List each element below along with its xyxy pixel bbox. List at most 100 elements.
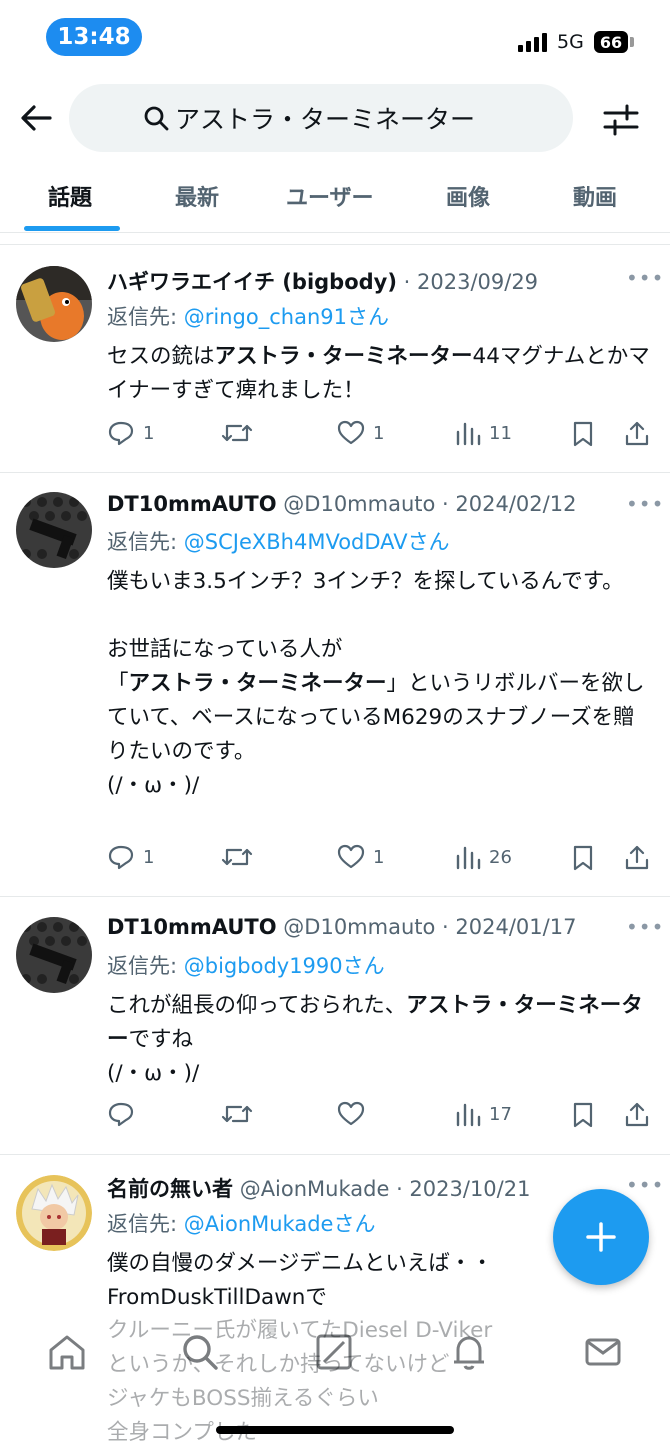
home-indicator	[216, 1426, 454, 1434]
text-segment: 「	[107, 671, 129, 696]
like-button[interactable]	[337, 1101, 373, 1127]
handle[interactable]: @D10mmauto	[283, 492, 435, 516]
text-line: 僕もいま3.5インチ？3インチ？を探しているんです。	[107, 569, 624, 594]
search-icon	[144, 106, 169, 131]
reply-handle[interactable]: @AionMukade	[184, 1212, 334, 1236]
tweet-text: セスの銃はアストラ・ターミネーター44マグナムとかマイナーすぎて痺れました！	[107, 340, 652, 408]
text-line: クルーニー氏が履いてたDiesel D-Viker	[107, 1318, 493, 1343]
tweet-date[interactable]: 2024/01/17	[455, 915, 576, 939]
reply-prefix: 返信先:	[107, 954, 178, 978]
reply-context: 返信先: @bigbody1990さん	[107, 950, 385, 980]
more-icon[interactable]: •••	[626, 492, 664, 516]
retweet-button[interactable]	[221, 1101, 261, 1127]
views-icon	[456, 1103, 481, 1127]
reply-suffix: さん	[407, 530, 450, 554]
views-button[interactable]: 26	[455, 844, 512, 870]
tweet[interactable]: DT10mmAUTO @D10mmauto · 2024/02/12 ••• 返…	[0, 472, 670, 897]
status-time: 13:48	[46, 18, 142, 56]
search-input[interactable]: アストラ・ターミネーター	[69, 84, 573, 152]
display-name[interactable]: 名前の無い者	[107, 1177, 233, 1201]
tweet-actions: 1 1 26	[107, 844, 652, 874]
search-tabs: 話題 最新 ユーザー 画像 動画	[0, 168, 670, 233]
reply-prefix: 返信先:	[107, 305, 178, 329]
reply-button[interactable]	[107, 1101, 143, 1127]
like-count: 1	[373, 846, 385, 868]
tab-top[interactable]: 話題	[48, 180, 92, 212]
text-line: ジャケもBOSS揃えるぐらい	[107, 1386, 379, 1411]
search-query: アストラ・ターミネーター	[175, 105, 476, 134]
reply-count: 1	[143, 846, 155, 868]
display-name[interactable]: DT10mmAUTO	[107, 915, 277, 939]
tweet-header: ハギワラエイイチ (bigbody) · 2023/09/29	[107, 270, 539, 294]
filter-icon[interactable]	[602, 102, 640, 138]
compose-button[interactable]	[553, 1189, 649, 1285]
text-line: お世話になっている人が	[107, 637, 343, 662]
view-count: 26	[489, 846, 512, 868]
tweet-header: DT10mmAUTO @D10mmauto · 2024/02/12	[107, 492, 577, 516]
reply-button[interactable]: 1	[107, 844, 154, 870]
reply-button[interactable]: 1	[107, 420, 154, 446]
like-button[interactable]: 1	[337, 844, 384, 870]
retweet-button[interactable]	[221, 844, 261, 870]
tweet-text: これが組長の仰っておられた、アストラ・ターミネーターですね (/・ω・)/	[107, 989, 652, 1091]
reply-suffix: さん	[346, 305, 389, 329]
retweet-button[interactable]	[221, 420, 261, 446]
reply-suffix: さん	[333, 1212, 376, 1236]
reply-prefix: 返信先:	[107, 530, 178, 554]
views-button[interactable]: 11	[455, 420, 512, 446]
more-icon[interactable]: •••	[626, 266, 664, 290]
avatar[interactable]	[16, 492, 92, 568]
reply-handle[interactable]: @SCJeXBh4MVodDAV	[184, 530, 408, 554]
heart-icon	[337, 1101, 365, 1126]
retweet-icon	[221, 1105, 253, 1123]
tweet[interactable]: ハギワラエイイチ (bigbody) · 2023/09/29 ••• 返信先:…	[0, 246, 670, 473]
divider	[0, 244, 670, 245]
handle[interactable]: @D10mmauto	[283, 915, 435, 939]
more-icon[interactable]: •••	[626, 1173, 664, 1197]
reply-suffix: さん	[342, 954, 385, 978]
text-line: というか、それしか持ってないけど	[107, 1352, 450, 1377]
view-count: 17	[489, 1103, 512, 1125]
plus-icon	[586, 1222, 616, 1252]
avatar[interactable]	[16, 266, 92, 342]
share-icon[interactable]	[623, 420, 651, 448]
views-button[interactable]: 17	[455, 1101, 512, 1127]
tab-videos[interactable]: 動画	[573, 180, 617, 212]
status-bar: 13:48 5G 66	[0, 0, 670, 80]
avatar[interactable]	[16, 1175, 92, 1251]
tab-media[interactable]: 画像	[446, 180, 490, 212]
reply-context: 返信先: @ringo_chan91さん	[107, 301, 389, 331]
reply-handle[interactable]: @ringo_chan91	[184, 305, 347, 329]
network-label: 5G	[557, 31, 584, 53]
like-count: 1	[373, 422, 385, 444]
share-icon[interactable]	[623, 1101, 651, 1129]
tab-people[interactable]: ユーザー	[286, 180, 374, 212]
reply-count: 1	[143, 422, 155, 444]
share-icon[interactable]	[623, 844, 651, 872]
tweet-date[interactable]: 2023/10/21	[409, 1177, 530, 1201]
more-icon[interactable]: •••	[626, 915, 664, 939]
bookmark-icon[interactable]	[571, 1101, 595, 1129]
back-arrow-icon[interactable]	[16, 98, 56, 138]
display-name[interactable]: DT10mmAUTO	[107, 492, 277, 516]
avatar[interactable]	[16, 917, 92, 993]
reply-handle[interactable]: @bigbody1990	[184, 954, 343, 978]
reply-icon	[108, 1102, 134, 1127]
like-button[interactable]: 1	[337, 420, 384, 446]
home-icon[interactable]	[47, 1332, 87, 1372]
reply-icon	[108, 421, 134, 446]
display-name[interactable]: ハギワラエイイチ (bigbody)	[107, 270, 397, 294]
handle[interactable]: @AionMukade	[240, 1177, 390, 1201]
bookmark-icon[interactable]	[571, 420, 595, 448]
heart-icon	[337, 844, 365, 869]
tweet-date[interactable]: 2024/02/12	[455, 492, 576, 516]
reply-prefix: 返信先:	[107, 1212, 178, 1236]
tab-latest[interactable]: 最新	[175, 180, 219, 212]
reply-icon	[108, 845, 134, 870]
bookmark-icon[interactable]	[571, 844, 595, 872]
battery-icon: 66	[594, 31, 628, 53]
tweet-actions: 17	[107, 1101, 652, 1131]
tweet[interactable]: DT10mmAUTO @D10mmauto · 2024/01/17 ••• 返…	[0, 897, 670, 1155]
tweet-date[interactable]: 2023/09/29	[417, 270, 538, 294]
battery-cap	[630, 37, 634, 47]
